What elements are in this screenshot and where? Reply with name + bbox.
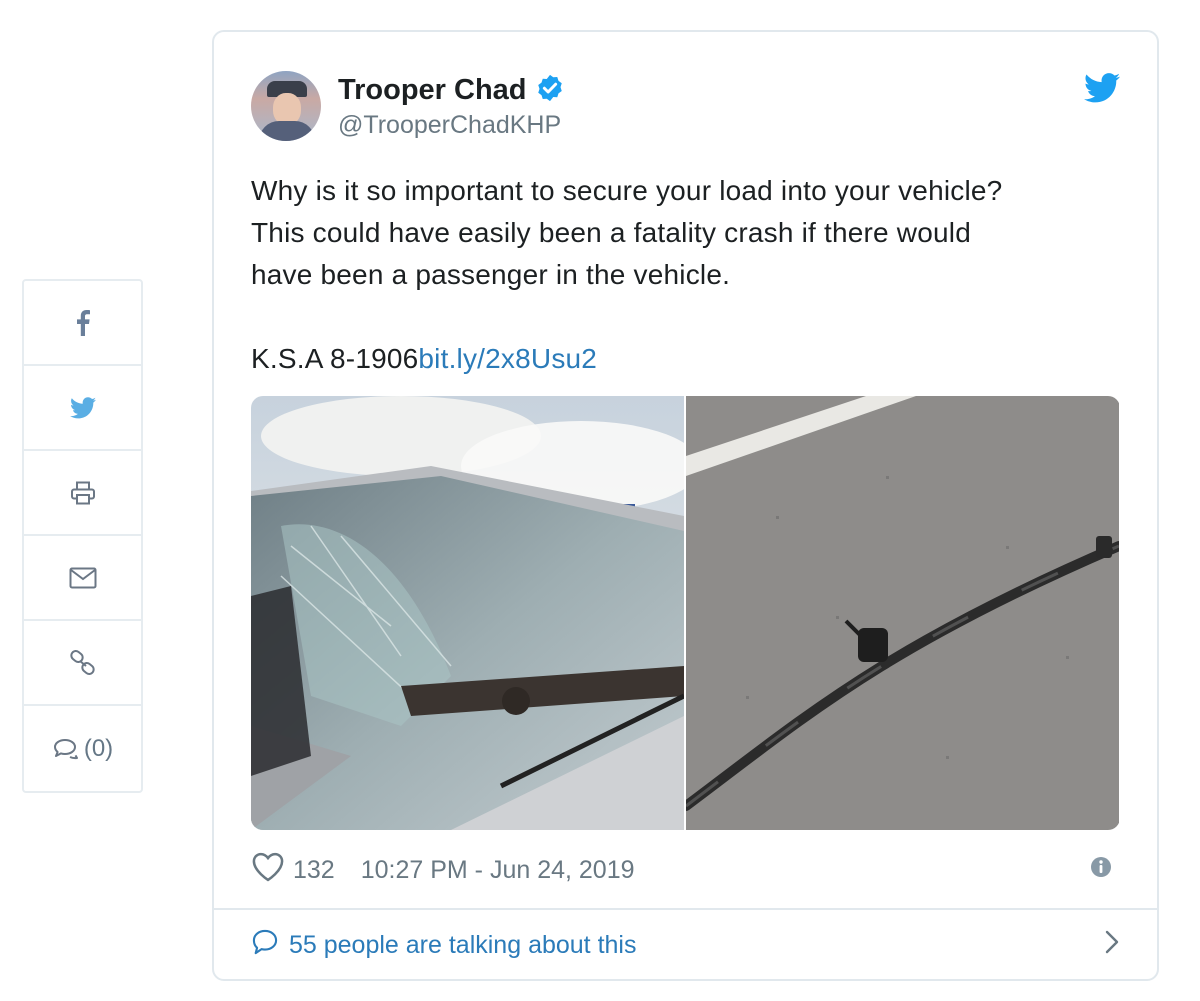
tweet-timestamp[interactable]: 10:27 PM - Jun 24, 2019 <box>361 856 635 885</box>
tweet-text: Why is it so important to secure your lo… <box>251 170 1131 380</box>
tweet-link[interactable]: bit.ly/2x8Usu2 <box>418 343 597 374</box>
speech-bubble-icon <box>251 928 279 963</box>
email-button[interactable] <box>24 536 141 621</box>
talking-count-text[interactable]: 55 people are talking about this <box>289 931 636 960</box>
comment-icon <box>52 738 80 760</box>
tweet-meta: 132 10:27 PM - Jun 24, 2019 <box>251 852 1120 888</box>
copy-link-button[interactable] <box>24 621 141 706</box>
photo-windshield[interactable] <box>251 396 684 830</box>
tweet-text-line: Why is it so important to secure your lo… <box>251 175 1003 206</box>
link-icon <box>69 649 97 677</box>
avatar[interactable] <box>251 71 321 141</box>
tweet-statute-line: K.S.A 8-1906bit.ly/2x8Usu2 <box>251 338 1131 380</box>
user-handle[interactable]: @TrooperChadKHP <box>338 111 561 140</box>
twitter-icon <box>69 396 96 419</box>
tweet-text-line: This could have easily been a fatality c… <box>251 217 971 248</box>
tweet-card: Trooper Chad @TrooperChadKHP Why is it s… <box>212 30 1159 981</box>
display-name[interactable]: Trooper Chad <box>338 74 527 107</box>
twitter-bird-icon[interactable] <box>1084 73 1120 108</box>
tweet-media[interactable] <box>251 396 1120 830</box>
share-sidebar: (0) <box>22 279 143 793</box>
info-icon[interactable] <box>1090 856 1112 885</box>
print-button[interactable] <box>24 451 141 536</box>
conversation-link[interactable]: 55 people are talking about this <box>214 908 1157 979</box>
comments-button[interactable]: (0) <box>24 706 141 791</box>
comment-count: (0) <box>83 734 114 762</box>
email-icon <box>69 567 97 589</box>
print-icon <box>70 481 96 505</box>
twitter-share-button[interactable] <box>24 366 141 451</box>
verified-badge-icon <box>535 73 565 108</box>
photo-road-debris[interactable] <box>686 396 1119 830</box>
heart-icon[interactable] <box>251 851 285 889</box>
facebook-icon <box>76 309 90 336</box>
tweet-header: Trooper Chad @TrooperChadKHP <box>251 71 1120 143</box>
statute-text: K.S.A 8-1906 <box>251 343 419 374</box>
like-count[interactable]: 132 <box>293 856 335 885</box>
tweet-text-line: have been a passenger in the vehicle. <box>251 259 731 290</box>
chevron-right-icon[interactable] <box>1104 929 1120 962</box>
facebook-share-button[interactable] <box>24 281 141 366</box>
